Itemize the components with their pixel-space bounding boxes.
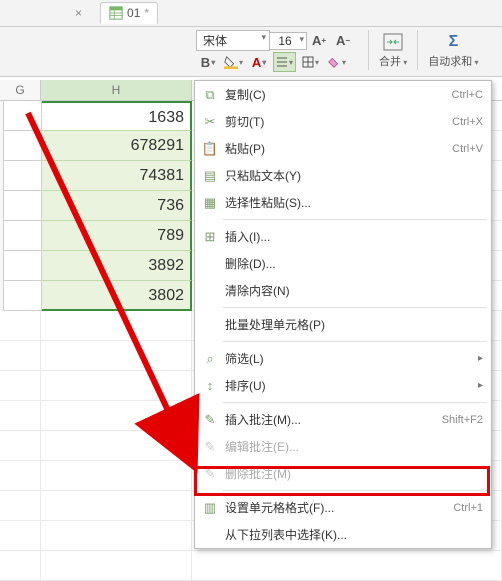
tab-label: 01 xyxy=(127,6,140,20)
cell-h[interactable]: 3892 xyxy=(42,251,192,281)
delete-comment-icon: ✎ xyxy=(199,466,221,482)
autosum-button[interactable]: Σ 自动求和 xyxy=(423,30,483,71)
paste-special-icon: ▦ xyxy=(199,195,221,211)
format-painter-button[interactable] xyxy=(325,53,348,71)
align-button[interactable] xyxy=(273,52,296,72)
font-color-button[interactable]: A xyxy=(249,53,269,71)
increase-font-button[interactable]: A+ xyxy=(309,32,329,50)
menu-cut[interactable]: ✂ 剪切(T) Ctrl+X xyxy=(195,108,491,135)
comment-icon: ✎ xyxy=(199,412,221,428)
document-tab-strip: × 01 * xyxy=(0,0,502,27)
menu-separator xyxy=(223,219,487,220)
tab-dirty-indicator: * xyxy=(144,6,149,20)
menu-insert-comment[interactable]: ✎ 插入批注(M)... Shift+F2 xyxy=(195,406,491,433)
spreadsheet-icon xyxy=(109,6,123,20)
column-header-g[interactable]: G xyxy=(0,80,41,100)
menu-batch[interactable]: 批量处理单元格(P) xyxy=(195,311,491,338)
decrease-font-button[interactable]: A− xyxy=(333,32,353,50)
font-group: 宋体 16 A+ A− B A xyxy=(196,30,355,73)
bold-button[interactable]: B xyxy=(198,53,218,71)
menu-paste[interactable]: 📋 粘贴(P) Ctrl+V xyxy=(195,135,491,162)
cell-h[interactable]: 74381 xyxy=(42,161,192,191)
format-cells-icon: ▥ xyxy=(199,500,221,516)
table-row xyxy=(0,551,502,581)
menu-separator xyxy=(223,402,487,403)
borders-button[interactable] xyxy=(300,53,321,71)
column-header-h[interactable]: H xyxy=(41,80,192,100)
menu-delete-comment: ✎ 删除批注(M) xyxy=(195,460,491,487)
menu-edit-comment: ✎ 编辑批注(E)... xyxy=(195,433,491,460)
edit-comment-icon: ✎ xyxy=(199,439,221,455)
merge-button[interactable]: 合并 xyxy=(374,30,412,71)
copy-icon: ⧉ xyxy=(199,87,221,103)
context-menu: ⧉ 复制(C) Ctrl+C ✂ 剪切(T) Ctrl+X 📋 粘贴(P) Ct… xyxy=(194,80,492,549)
menu-clear[interactable]: 清除内容(N) xyxy=(195,277,491,304)
menu-separator xyxy=(223,307,487,308)
sigma-icon: Σ xyxy=(449,32,459,52)
cell-h[interactable]: 736 xyxy=(42,191,192,221)
menu-delete[interactable]: 删除(D)... xyxy=(195,250,491,277)
font-size-combo[interactable]: 16 xyxy=(270,32,307,50)
menu-paste-special[interactable]: ▦ 选择性粘贴(S)... xyxy=(195,189,491,216)
fill-color-button[interactable] xyxy=(222,53,245,71)
menu-insert[interactable]: ⊞ 插入(I)... xyxy=(195,223,491,250)
close-icon[interactable]: × xyxy=(75,6,82,20)
insert-icon: ⊞ xyxy=(199,229,221,245)
menu-copy[interactable]: ⧉ 复制(C) Ctrl+C xyxy=(195,81,491,108)
font-name-combo[interactable]: 宋体 xyxy=(196,30,270,51)
merge-icon xyxy=(383,32,403,52)
menu-separator xyxy=(223,490,487,491)
sort-icon: ↕ xyxy=(199,378,221,393)
menu-filter[interactable]: ⌕ 筛选(L) xyxy=(195,345,491,372)
menu-separator xyxy=(223,341,487,342)
separator xyxy=(417,30,418,70)
menu-paste-text[interactable]: ▤ 只粘贴文本(Y) xyxy=(195,162,491,189)
clipboard-icon: 📋 xyxy=(199,141,221,157)
autosum-label: 自动求和 xyxy=(428,53,478,69)
cell-h[interactable]: 789 xyxy=(42,221,192,251)
menu-format-cells[interactable]: ▥ 设置单元格格式(F)... Ctrl+1 xyxy=(195,494,491,521)
menu-dropdown-select[interactable]: 从下拉列表中选择(K)... xyxy=(195,521,491,548)
paste-text-icon: ▤ xyxy=(199,168,221,184)
cell-h[interactable]: 1638 xyxy=(42,101,192,131)
funnel-icon: ⌕ xyxy=(199,351,221,367)
cell-h[interactable]: 678291 xyxy=(42,131,192,161)
scissors-icon: ✂ xyxy=(199,114,221,130)
separator xyxy=(368,30,369,70)
cell-h[interactable]: 3802 xyxy=(42,281,192,311)
ribbon-toolbar: 宋体 16 A+ A− B A 合并 Σ xyxy=(0,27,502,77)
merge-label: 合并 xyxy=(379,53,407,69)
document-tab[interactable]: 01 * xyxy=(100,2,158,24)
menu-sort[interactable]: ↕ 排序(U) xyxy=(195,372,491,399)
